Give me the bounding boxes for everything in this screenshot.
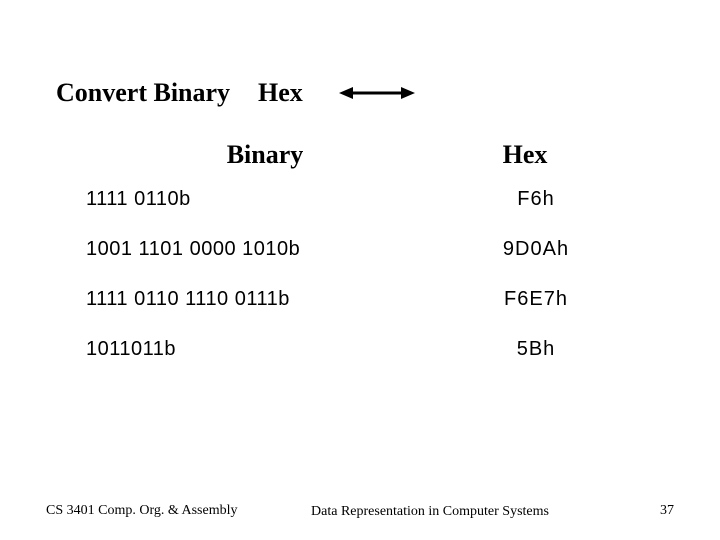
binary-cell: 1001 1101 0000 1010b (86, 238, 446, 261)
header-binary: Binary (100, 140, 430, 170)
column-headers: Binary Hex (100, 140, 620, 170)
hex-cell: F6h (446, 188, 626, 211)
header-hex: Hex (430, 140, 620, 170)
binary-cell: 1111 0110 1110 0111b (86, 288, 446, 311)
table-row: 1111 0110b F6h (86, 188, 626, 211)
table-row: 1111 0110 1110 0111b F6E7h (86, 288, 626, 311)
table-row: 1001 1101 0000 1010b 9D0Ah (86, 238, 626, 261)
title-right: Hex (258, 78, 303, 108)
hex-cell: F6E7h (446, 288, 626, 311)
double-arrow-icon (339, 85, 415, 101)
binary-cell: 1111 0110b (86, 188, 446, 211)
conversion-table: 1111 0110b F6h 1001 1101 0000 1010b 9D0A… (86, 188, 626, 388)
table-row: 1011011b 5Bh (86, 338, 626, 361)
footer-page-number: 37 (620, 503, 720, 519)
hex-cell: 9D0Ah (446, 238, 626, 261)
title-left: Convert Binary (56, 78, 230, 108)
hex-cell: 5Bh (446, 338, 626, 361)
slide: Convert Binary Hex Binary Hex 1111 0110b… (0, 0, 720, 540)
binary-cell: 1011011b (86, 338, 446, 361)
footer-course: CS 3401 Comp. Org. & Assembly (0, 503, 240, 519)
slide-title: Convert Binary Hex (56, 78, 415, 108)
slide-footer: CS 3401 Comp. Org. & Assembly Data Repre… (0, 503, 720, 521)
footer-topic: Data Representation in Computer Systems (240, 503, 620, 521)
